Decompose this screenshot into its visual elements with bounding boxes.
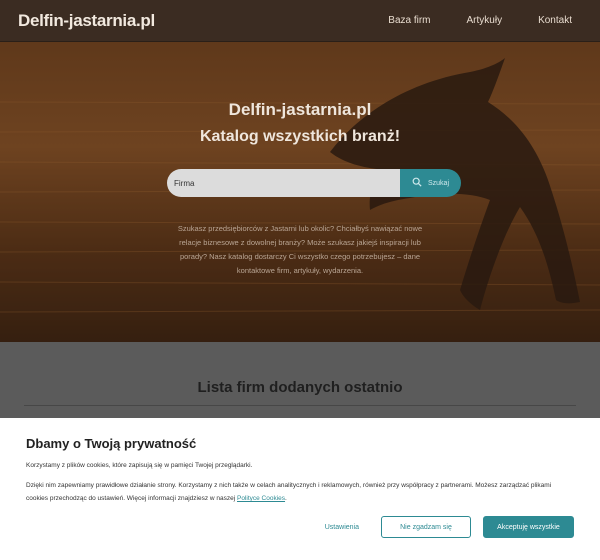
cookie-settings-button[interactable]: Ustawienia bbox=[315, 516, 369, 538]
search-form: Szukaj bbox=[167, 169, 461, 197]
nav-link-kontakt[interactable]: Kontakt bbox=[538, 15, 572, 26]
search-input[interactable] bbox=[167, 169, 400, 197]
cookie-reject-button[interactable]: Nie zgadzam się bbox=[381, 516, 471, 538]
section-divider bbox=[24, 405, 576, 406]
site-header: Delfin-jastarnia.pl Baza firm Artykuły K… bbox=[0, 0, 600, 42]
hero-title: Delfin-jastarnia.pl bbox=[228, 100, 372, 119]
cookie-actions: Ustawienia Nie zgadzam się Akceptuję wsz… bbox=[315, 516, 574, 538]
cookie-text-intro: Korzystamy z plików cookies, które zapis… bbox=[26, 462, 253, 469]
hero-subtitle: Katalog wszystkich branż! bbox=[199, 128, 401, 145]
cookie-policy-link[interactable]: Polityce Cookies bbox=[237, 495, 285, 502]
recent-companies-title: Lista firm dodanych ostatnio bbox=[197, 379, 403, 396]
cookie-consent-panel: Dbamy o Twoją prywatność Korzystamy z pl… bbox=[0, 418, 600, 560]
cookie-text-details-end: . bbox=[285, 495, 287, 502]
nav-link-artykuly[interactable]: Artykuły bbox=[467, 15, 503, 26]
main-nav: Baza firm Artykuły Kontakt bbox=[388, 15, 572, 26]
hero-description: Szukasz przedsiębiorców z Jastarni lub o… bbox=[177, 224, 423, 275]
cookie-title: Dbamy o Twoją prywatność bbox=[26, 436, 197, 451]
site-brand[interactable]: Delfin-jastarnia.pl bbox=[18, 11, 155, 31]
nav-link-baza-firm[interactable]: Baza firm bbox=[388, 15, 430, 26]
search-button-label: Szukaj bbox=[427, 179, 449, 187]
hero-section: Delfin-jastarnia.pl Katalog wszystkich b… bbox=[0, 42, 600, 342]
search-button[interactable]: Szukaj bbox=[400, 169, 461, 197]
cookie-text-details-body: Dzięki nim zapewniamy prawidłowe działan… bbox=[26, 482, 552, 502]
cookie-text-details: Dzięki nim zapewniamy prawidłowe działan… bbox=[26, 479, 574, 505]
cookie-accept-button[interactable]: Akceptuję wszystkie bbox=[483, 516, 574, 538]
search-icon bbox=[412, 177, 422, 189]
